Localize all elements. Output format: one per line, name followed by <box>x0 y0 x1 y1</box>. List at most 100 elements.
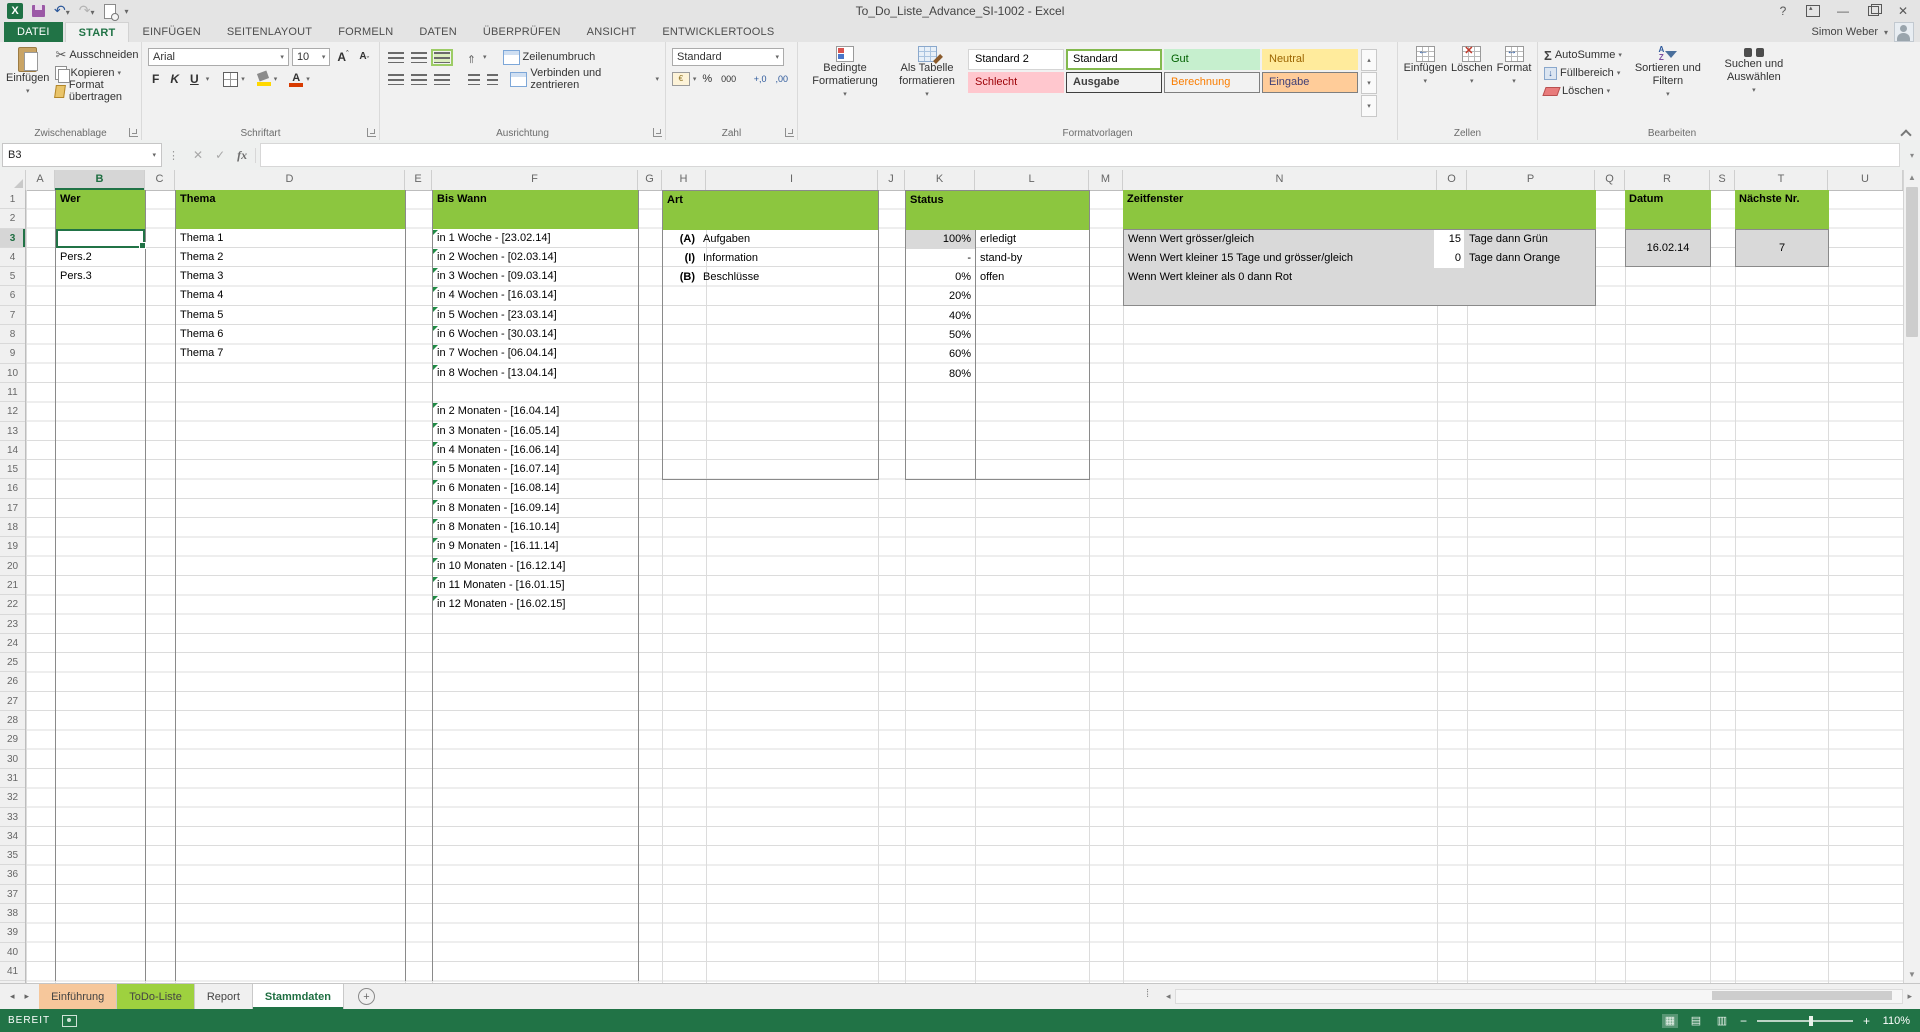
bis-wann-month-cell[interactable]: in 2 Monaten - [16.04.14] <box>433 402 638 421</box>
zoom-in-icon[interactable]: + <box>1863 1016 1870 1026</box>
bis-wann-month-cell[interactable]: in 5 Monaten - [16.07.14] <box>433 460 638 479</box>
row-header[interactable]: 19 <box>0 537 25 556</box>
row-header[interactable]: 22 <box>0 595 25 614</box>
align-center-icon[interactable] <box>411 74 427 85</box>
gallery-more-icon[interactable]: ▾ <box>1361 95 1377 117</box>
zeitfenster-suffix2[interactable]: Tage dann Orange <box>1464 249 1560 268</box>
row-header[interactable]: 7 <box>0 306 25 325</box>
cell-style-chip[interactable]: Standard <box>1066 49 1162 70</box>
bis-wann-week-cell[interactable]: in 3 Wochen - [09.03.14] <box>433 267 638 286</box>
column-header[interactable]: A <box>26 170 55 190</box>
decrease-decimal-icon[interactable]: ,00 <box>772 75 791 84</box>
bis-wann-month-cell[interactable]: in 6 Monaten - [16.08.14] <box>433 479 638 498</box>
row-header[interactable]: 17 <box>0 499 25 518</box>
font-family-select[interactable]: Arial▾ <box>148 48 289 66</box>
scroll-up-icon[interactable]: ▲ <box>1904 170 1920 186</box>
percent-style-button[interactable]: % <box>699 73 715 85</box>
align-right-icon[interactable] <box>434 74 450 85</box>
merge-center-button[interactable]: Verbinden und zentrieren <box>530 67 652 91</box>
row-header[interactable]: 6 <box>0 286 25 305</box>
orientation-icon[interactable]: ⇗ <box>463 47 482 66</box>
merge-center-icon[interactable] <box>510 72 527 87</box>
page-break-view-icon[interactable]: ▥ <box>1714 1014 1730 1028</box>
bis-wann-month-cell[interactable]: in 12 Monaten - [16.02.15] <box>433 595 638 614</box>
row-header[interactable]: 14 <box>0 441 25 460</box>
find-select-button[interactable]: Suchen und Auswählen▾ <box>1714 46 1794 101</box>
row-header[interactable]: 12 <box>0 402 25 421</box>
active-cell-b3[interactable] <box>56 229 145 248</box>
zoom-slider[interactable] <box>1757 1020 1853 1022</box>
wrap-text-button[interactable]: Zeilenumbruch <box>523 51 596 63</box>
formula-input[interactable] <box>260 143 1900 167</box>
status-label-cell[interactable]: stand-by <box>976 249 1089 268</box>
fill-color-icon[interactable] <box>257 72 271 86</box>
underline-button[interactable]: U <box>186 72 203 86</box>
ribbon-tab[interactable]: SEITENLAYOUT <box>214 22 325 42</box>
row-header[interactable]: 9 <box>0 344 25 363</box>
sheet-tab[interactable]: Report <box>195 984 253 1009</box>
restore-button[interactable] <box>1860 1 1886 21</box>
horizontal-scrollbar[interactable]: ◂ ▸ <box>1162 988 1916 1005</box>
row-header[interactable]: 36 <box>0 865 25 884</box>
ribbon-tab[interactable]: START <box>65 22 130 42</box>
accounting-format-icon[interactable]: € <box>672 72 690 86</box>
sheet-tab[interactable]: ToDo-Liste <box>117 984 195 1009</box>
bis-wann-week-cell[interactable]: in 5 Wochen - [23.03.14] <box>433 306 638 325</box>
scroll-right-icon[interactable]: ▸ <box>1903 991 1916 1002</box>
row-header[interactable]: 33 <box>0 808 25 827</box>
datum-value-cell[interactable]: 16.02.14 <box>1625 229 1711 268</box>
row-header[interactable]: 28 <box>0 711 25 730</box>
thema-cell[interactable]: Thema 7 <box>176 344 405 363</box>
bis-wann-month-cell[interactable]: in 8 Monaten - [16.09.14] <box>433 499 638 518</box>
row-header[interactable]: 1 <box>0 190 25 209</box>
comma-style-button[interactable]: 000 <box>718 74 739 84</box>
zeitfenster-value2[interactable]: 0 <box>1434 249 1464 268</box>
macro-record-icon[interactable] <box>62 1015 77 1027</box>
clear-button[interactable]: Löschen▾ <box>1544 82 1622 100</box>
thema-cell[interactable]: Thema 1 <box>176 229 405 248</box>
column-header[interactable]: K <box>905 170 975 190</box>
italic-button[interactable]: K <box>166 72 183 86</box>
ribbon-tab[interactable]: FORMELN <box>325 22 406 42</box>
bis-wann-week-cell[interactable]: in 2 Wochen - [02.03.14] <box>433 248 638 267</box>
ribbon-tab[interactable]: DATEN <box>406 22 469 42</box>
align-top-icon[interactable] <box>388 52 404 63</box>
bis-wann-week-cell[interactable]: in 7 Wochen - [06.04.14] <box>433 344 638 363</box>
underline-dropdown-icon[interactable]: ▾ <box>206 75 210 83</box>
zoom-out-icon[interactable]: − <box>1740 1016 1747 1026</box>
row-header[interactable]: 5 <box>0 267 25 286</box>
new-sheet-icon[interactable]: + <box>358 988 375 1005</box>
row-header[interactable]: 13 <box>0 422 25 441</box>
status-percent-cell[interactable]: 20% <box>906 287 975 306</box>
decrease-indent-icon[interactable] <box>468 74 480 85</box>
align-bottom-icon[interactable] <box>434 52 450 63</box>
gallery-scroll-down-icon[interactable]: ▾ <box>1361 72 1377 94</box>
column-header[interactable]: E <box>405 170 432 190</box>
column-header[interactable]: P <box>1467 170 1595 190</box>
ribbon-tab[interactable]: ÜBERPRÜFEN <box>470 22 574 42</box>
font-color-icon[interactable]: A <box>289 72 303 87</box>
naechste-nr-value-cell[interactable]: 7 <box>1735 229 1829 268</box>
help-button[interactable]: ? <box>1770 1 1796 21</box>
shrink-font-button[interactable]: Aˇ <box>355 51 373 64</box>
column-header[interactable]: D <box>175 170 405 190</box>
expand-formula-bar-icon[interactable]: ▾ <box>1904 151 1920 160</box>
zeitfenster-suffix1[interactable]: Tage dann Grün <box>1464 230 1548 249</box>
column-header[interactable]: O <box>1437 170 1467 190</box>
increase-decimal-icon[interactable]: +,0 <box>751 75 770 84</box>
status-percent-cell[interactable]: 50% <box>906 326 975 345</box>
cut-button[interactable]: ✂Ausschneiden <box>55 46 138 64</box>
thema-cell[interactable]: Thema 6 <box>176 325 405 344</box>
row-header[interactable]: 10 <box>0 364 25 383</box>
row-header[interactable]: 26 <box>0 672 25 691</box>
row-header[interactable]: 29 <box>0 730 25 749</box>
bis-wann-week-cell[interactable]: in 6 Wochen - [30.03.14] <box>433 325 638 344</box>
paste-button[interactable]: Einfügen▾ <box>6 46 49 100</box>
row-header[interactable]: 24 <box>0 634 25 653</box>
status-percent-cell[interactable]: 100% <box>906 230 975 249</box>
bis-wann-header-cell[interactable]: Bis Wann <box>433 190 638 229</box>
column-header[interactable]: M <box>1089 170 1123 190</box>
format-as-table-button[interactable]: Als Tabelle formatieren▾ <box>886 46 968 124</box>
select-all-corner[interactable] <box>0 170 26 190</box>
name-box-dropdown-icon[interactable]: ▾ <box>152 151 156 159</box>
